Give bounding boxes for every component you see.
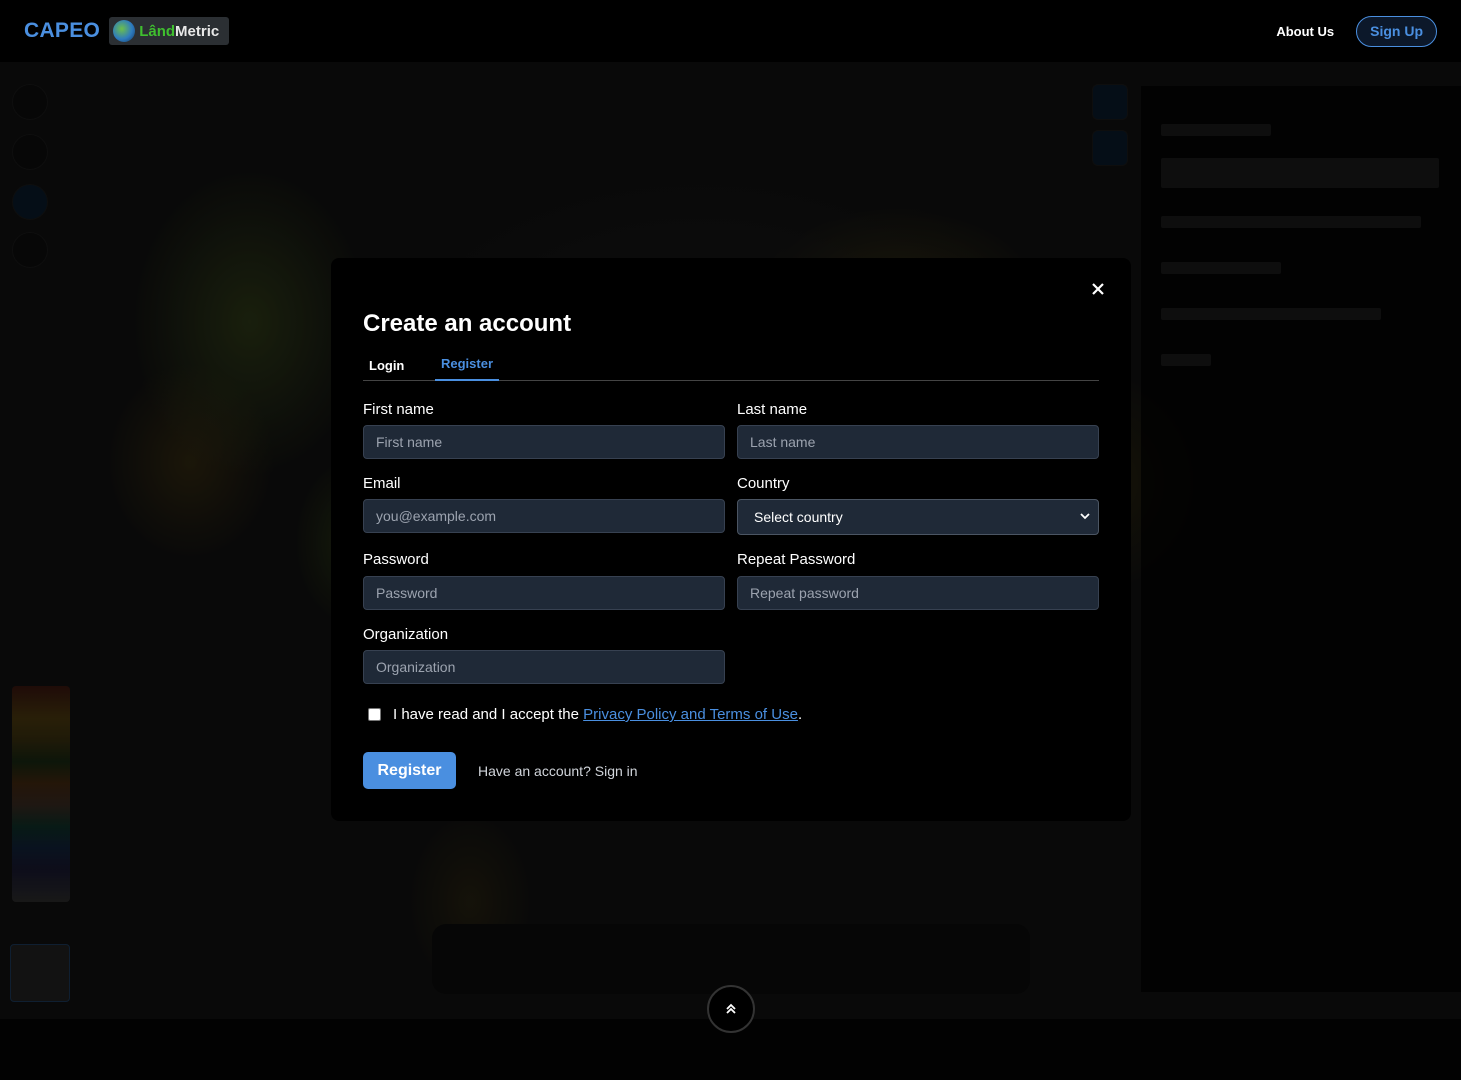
country-select[interactable]: Select country — [737, 499, 1099, 535]
password-input[interactable]: Password — [363, 576, 725, 610]
last-name-input[interactable]: Last name — [737, 425, 1099, 459]
email-input[interactable]: you@example.com — [363, 499, 725, 533]
first-name-input[interactable]: First name — [363, 425, 725, 459]
terms-text: I have read and I accept the Privacy Pol… — [393, 706, 803, 723]
first-name-label: First name — [363, 401, 434, 418]
email-label: Email — [363, 475, 401, 492]
double-chevron-up-icon[interactable] — [707, 985, 755, 1033]
country-label: Country — [737, 475, 790, 492]
last-name-label: Last name — [737, 401, 808, 418]
top-navbar: CAPEO LândMetric About Us Sign Up — [0, 0, 1461, 62]
logo-text: LândMetric — [139, 22, 220, 40]
modal-title: Create an account — [363, 310, 572, 337]
chevron-down-icon — [1080, 513, 1090, 520]
auth-tabs: Login Register — [363, 348, 1099, 381]
repeat-password-input[interactable]: Repeat password — [737, 576, 1099, 610]
sign-in-link[interactable]: Have an account? Sign in — [478, 763, 638, 779]
globe-icon — [113, 20, 136, 42]
brand-name[interactable]: CAPEO — [24, 19, 100, 43]
register-button[interactable]: Register — [363, 752, 456, 789]
country-selected-value: Select country — [754, 509, 843, 525]
tab-login[interactable]: Login — [363, 349, 410, 382]
landmetric-logo[interactable]: LândMetric — [109, 17, 230, 45]
nav-links: About Us Sign Up — [1276, 15, 1437, 47]
about-us-link[interactable]: About Us — [1276, 24, 1334, 39]
organization-label: Organization — [363, 626, 449, 643]
terms-checkbox[interactable] — [368, 708, 381, 721]
create-account-modal: Create an account Login Register First n… — [331, 258, 1131, 821]
terms-row: I have read and I accept the Privacy Pol… — [363, 706, 802, 723]
privacy-policy-link[interactable]: Privacy Policy and Terms of Use — [583, 706, 798, 723]
password-label: Password — [363, 551, 429, 568]
close-icon[interactable] — [1087, 278, 1109, 300]
tab-register[interactable]: Register — [435, 348, 500, 381]
organization-input[interactable]: Organization — [363, 650, 725, 684]
sign-up-button[interactable]: Sign Up — [1356, 15, 1437, 47]
repeat-password-label: Repeat Password — [737, 551, 856, 568]
